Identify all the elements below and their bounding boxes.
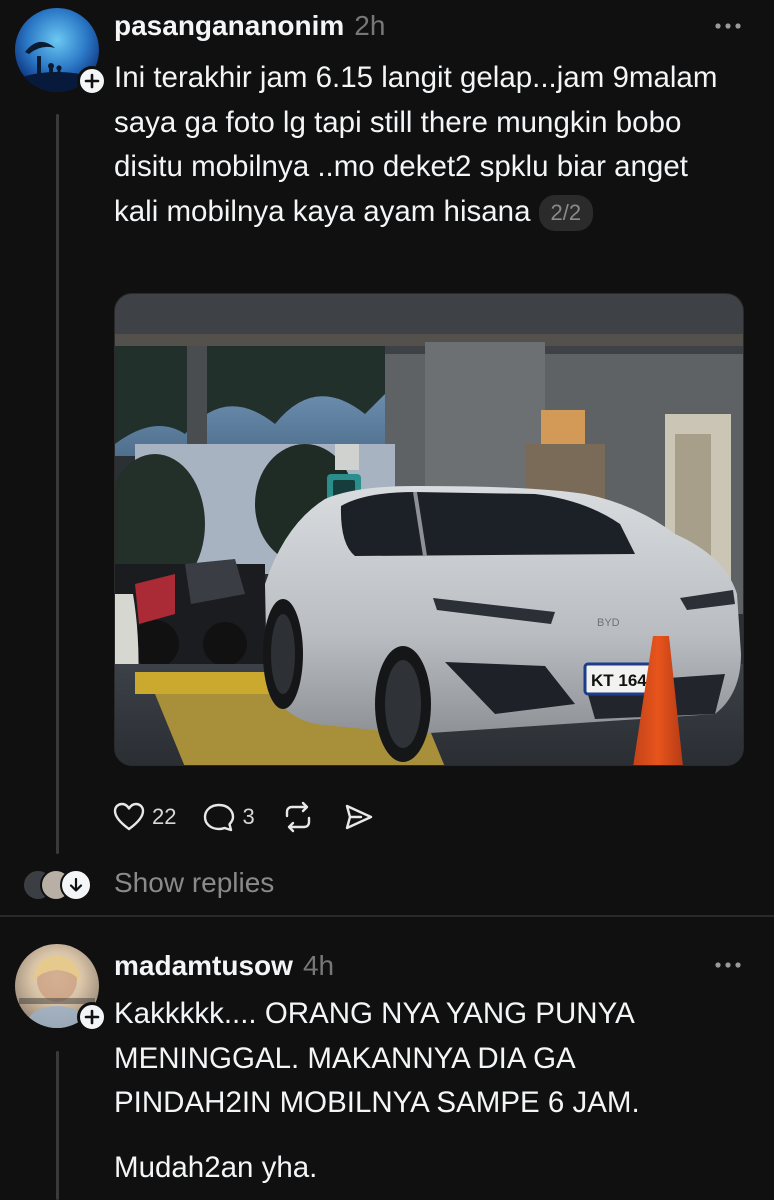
thread-post: madamtusow 4h Kakkkkk.... ORANG NYA YANG… bbox=[0, 917, 774, 1200]
timestamp: 4h bbox=[302, 950, 335, 981]
car-photo: KT 1642 BYD bbox=[115, 294, 743, 765]
post-header: madamtusow 4h bbox=[114, 950, 334, 982]
timestamp: 2h bbox=[354, 10, 386, 41]
more-horizontal-icon[interactable] bbox=[710, 955, 746, 975]
comment-count: 3 bbox=[242, 804, 255, 829]
expand-replies[interactable] bbox=[60, 869, 92, 901]
more-horizontal-icon[interactable] bbox=[710, 16, 746, 36]
post-header: pasangananonim 2h bbox=[114, 10, 385, 42]
show-replies-button[interactable]: Show replies bbox=[22, 865, 274, 901]
post-text: Ini terakhir jam 6.15 langit gelap...jam… bbox=[114, 56, 734, 234]
comment-icon bbox=[204, 803, 235, 832]
plus-icon bbox=[84, 73, 100, 89]
like-button[interactable]: 22 bbox=[112, 801, 176, 833]
plus-icon bbox=[84, 1009, 100, 1025]
share-icon bbox=[345, 804, 372, 830]
share-button[interactable] bbox=[341, 801, 375, 833]
post-image[interactable]: KT 1642 BYD bbox=[114, 293, 744, 766]
car-brand-badge: BYD bbox=[597, 617, 620, 629]
avatar-container[interactable] bbox=[15, 944, 107, 1032]
post-actions: 22 3 bbox=[112, 795, 401, 839]
heart-icon bbox=[113, 802, 145, 831]
reply-avatars bbox=[22, 866, 94, 901]
post-text: Kakkkkk.... ORANG NYA YANG PUNYA MENINGG… bbox=[114, 997, 640, 1119]
repost-button[interactable] bbox=[281, 801, 315, 833]
like-count: 22 bbox=[152, 804, 177, 829]
avatar-container[interactable] bbox=[15, 8, 107, 96]
post-text-2: Mudah2an yha. bbox=[114, 1151, 318, 1184]
comment-button[interactable]: 3 bbox=[202, 801, 255, 833]
page-indicator: 2/2 bbox=[538, 194, 594, 231]
thread-post: pasangananonim 2h Ini terakhir jam 6.15 … bbox=[0, 0, 774, 915]
follow-button[interactable] bbox=[77, 1002, 107, 1032]
repost-icon bbox=[285, 801, 310, 833]
arrow-down-icon bbox=[69, 877, 83, 892]
follow-button[interactable] bbox=[77, 66, 107, 96]
post-text-content: Ini terakhir jam 6.15 langit gelap...jam… bbox=[114, 61, 718, 228]
username[interactable]: pasangananonim bbox=[114, 10, 344, 42]
thread-line bbox=[56, 114, 59, 854]
show-replies-label[interactable]: Show replies bbox=[114, 867, 274, 899]
username[interactable]: madamtusow bbox=[114, 950, 293, 982]
thread-line bbox=[56, 1051, 59, 1200]
